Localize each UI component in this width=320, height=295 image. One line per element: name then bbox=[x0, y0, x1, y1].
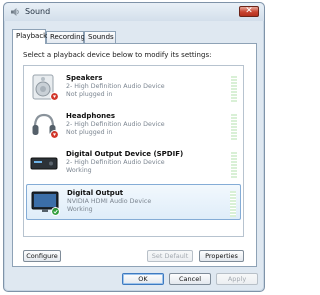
volume-level-meter bbox=[230, 191, 236, 217]
spdif-device-icon bbox=[30, 157, 58, 170]
set-default-button[interactable]: Set Default bbox=[147, 250, 193, 262]
device-status: Not plugged in bbox=[66, 129, 113, 136]
window-title: Sound bbox=[25, 7, 51, 16]
device-speakers[interactable]: Speakers 2- High Definition Audio Device… bbox=[26, 70, 241, 106]
not-plugged-in-badge-icon bbox=[50, 92, 59, 101]
device-name: Digital Output Device (SPDIF) bbox=[66, 150, 184, 158]
device-status: Not plugged in bbox=[66, 91, 113, 98]
volume-level-meter bbox=[231, 76, 237, 102]
device-name: Headphones bbox=[66, 112, 116, 120]
ok-button[interactable]: OK bbox=[122, 273, 164, 285]
title-bar[interactable]: Sound ✕ bbox=[4, 3, 264, 21]
device-description: 2- High Definition Audio Device bbox=[66, 121, 165, 128]
volume-level-meter bbox=[231, 114, 237, 140]
device-digital-output-spdif[interactable]: Digital Output Device (SPDIF) 2- High De… bbox=[26, 146, 241, 182]
device-status: Working bbox=[67, 206, 93, 213]
device-headphones[interactable]: Headphones 2- High Definition Audio Devi… bbox=[26, 108, 241, 144]
cancel-button[interactable]: Cancel bbox=[169, 273, 211, 285]
instruction-text: Select a playback device below to modify… bbox=[23, 51, 212, 59]
device-description: 2- High Definition Audio Device bbox=[66, 83, 165, 90]
device-digital-output-hdmi[interactable]: Digital Output NVIDIA HDMI Audio Device … bbox=[26, 184, 241, 220]
device-name: Speakers bbox=[66, 74, 103, 82]
not-plugged-in-badge-icon bbox=[50, 130, 59, 139]
device-name: Digital Output bbox=[67, 189, 124, 197]
device-description: 2- High Definition Audio Device bbox=[66, 159, 165, 166]
device-list: Speakers 2- High Definition Audio Device… bbox=[23, 65, 244, 237]
apply-button[interactable]: Apply bbox=[216, 273, 258, 285]
device-status: Working bbox=[66, 167, 92, 174]
tab-recording[interactable]: Recording bbox=[46, 31, 85, 43]
default-device-check-icon bbox=[51, 207, 60, 216]
tab-sounds[interactable]: Sounds bbox=[84, 31, 116, 43]
tab-playback[interactable]: Playback bbox=[12, 29, 47, 44]
volume-level-meter bbox=[231, 152, 237, 178]
sound-dialog: Sound ✕ Playback Recording Sounds Select… bbox=[3, 2, 265, 292]
close-button[interactable]: ✕ bbox=[239, 6, 259, 17]
playback-panel: Select a playback device below to modify… bbox=[12, 43, 257, 267]
device-description: NVIDIA HDMI Audio Device bbox=[67, 198, 152, 205]
speaker-icon bbox=[11, 8, 19, 16]
configure-button[interactable]: Configure bbox=[23, 250, 61, 262]
properties-button[interactable]: Properties bbox=[199, 250, 244, 262]
